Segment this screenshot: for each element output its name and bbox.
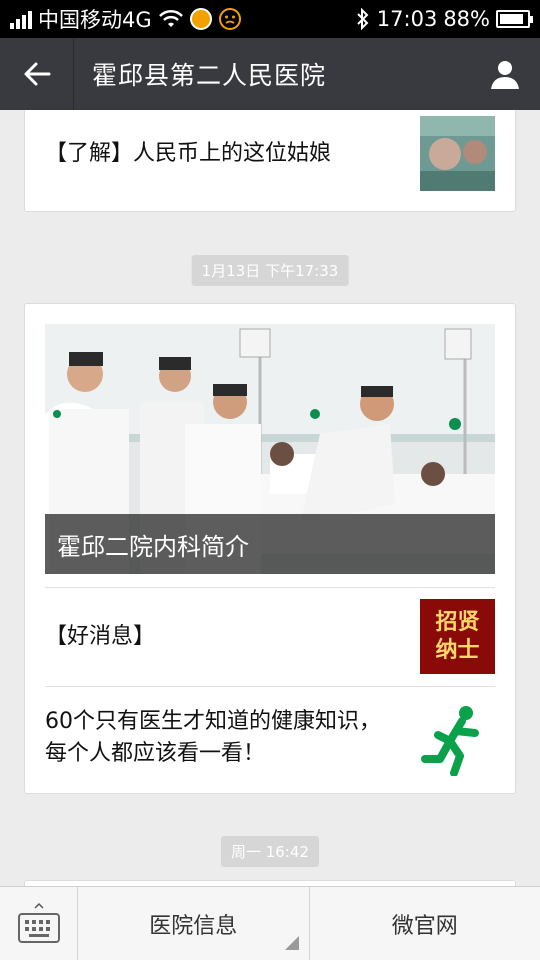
hero-caption: 霍邱二院内科简介 xyxy=(45,514,495,574)
submenu-indicator-icon xyxy=(284,936,299,950)
back-button[interactable] xyxy=(0,38,74,110)
bottom-menu-bar: 医院信息 微官网 xyxy=(0,886,540,960)
timestamp: 1月13日 下午17:33 xyxy=(191,255,349,286)
menu-label: 微官网 xyxy=(391,913,458,939)
article-thumbnail: 招贤纳士 xyxy=(420,599,495,674)
article-thumbnail xyxy=(420,116,495,191)
divider xyxy=(45,587,495,588)
signal-icon xyxy=(10,9,32,29)
status-bar: 中国移动4G 17:03 88% xyxy=(0,0,540,38)
title-bar: 霍邱县第二人民医院 xyxy=(0,38,540,110)
bluetooth-icon xyxy=(357,8,369,30)
article-item[interactable]: 【了解】人民币上的这位姑娘 xyxy=(45,116,495,191)
carrier-label: 中国移动4G xyxy=(38,8,152,32)
keyboard-icon xyxy=(17,902,60,943)
keyboard-toggle-button[interactable] xyxy=(0,887,78,960)
article-item[interactable]: 60个只有医生才知道的健康知识，每个人都应该看一看！ xyxy=(45,699,495,777)
battery-icon xyxy=(496,10,533,28)
hero-article[interactable]: 霍邱二院内科简介 xyxy=(45,324,495,574)
article-card: 霍邱二院内科简介 【好消息】 招贤纳士 60个只有医生才知道的健康知识，每个人都… xyxy=(24,303,516,794)
clock: 17:03 xyxy=(376,7,438,31)
article-title: 60个只有医生才知道的健康知识，每个人都应该看一看！ xyxy=(45,709,381,766)
divider xyxy=(45,686,495,687)
page-title: 霍邱县第二人民医院 xyxy=(92,61,327,90)
back-arrow-icon xyxy=(24,62,50,86)
battery-percent: 88% xyxy=(443,7,490,31)
article-card: 【了解】人民币上的这位姑娘 xyxy=(24,110,516,212)
article-title: 【好消息】 xyxy=(45,623,156,649)
wifi-icon xyxy=(158,9,183,27)
user-icon xyxy=(491,61,519,89)
menu-micro-site[interactable]: 微官网 xyxy=(310,887,540,960)
smiley-icon xyxy=(218,8,241,30)
message-list[interactable]: 【了解】人民币上的这位姑娘 1月13日 下午17:33 霍邱二院内科简介 【好消… xyxy=(0,110,540,886)
article-title: 【了解】人民币上的这位姑娘 xyxy=(45,140,332,166)
article-item[interactable]: 【好消息】 招贤纳士 xyxy=(45,599,495,674)
menu-label: 医院信息 xyxy=(149,913,238,939)
app-notification-icon xyxy=(189,8,212,30)
menu-hospital-info[interactable]: 医院信息 xyxy=(78,887,310,960)
profile-button[interactable] xyxy=(470,38,540,110)
runner-thumbnail xyxy=(420,700,495,776)
thumbnail-text: 招贤纳士 xyxy=(435,609,480,663)
timestamp: 周一 16:42 xyxy=(221,836,319,867)
